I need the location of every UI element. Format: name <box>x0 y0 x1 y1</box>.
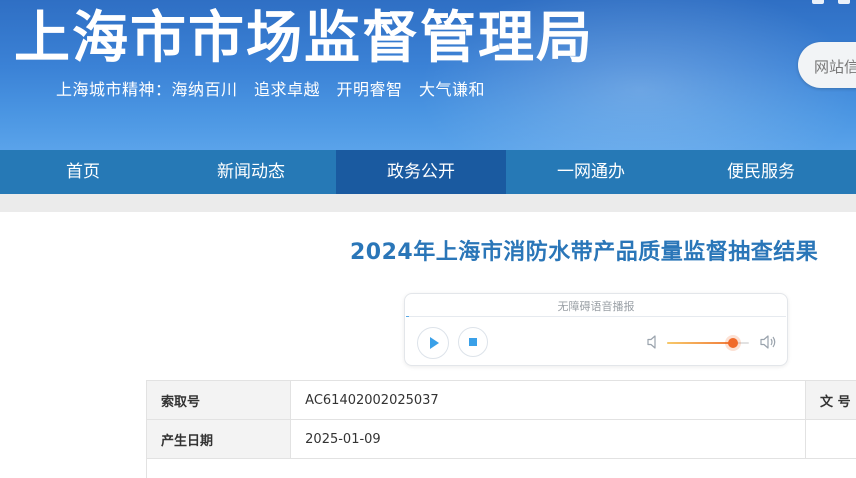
volume-high-icon[interactable] <box>760 334 778 350</box>
search-input[interactable]: 网站信 <box>798 42 856 88</box>
table-row-partial <box>146 458 856 478</box>
top-link-icon[interactable] <box>838 0 850 4</box>
city-motto: 上海城市精神：海纳百川 追求卓越 开明睿智 大气谦和 <box>56 76 485 100</box>
volume-low-icon[interactable] <box>647 334 661 350</box>
breadcrumb-band <box>0 194 856 212</box>
volume-level <box>667 342 733 344</box>
nav-item-government-affairs[interactable]: 政务公开 <box>336 150 506 194</box>
article-title: 2024年上海市消防水带产品质量监督抽查结果 <box>350 234 818 266</box>
nav-item-home[interactable]: 首页 <box>0 150 166 194</box>
nav-item-public-services[interactable]: 便民服务 <box>676 150 846 194</box>
site-title[interactable]: 上海市市场监督管理局 <box>14 4 594 74</box>
table-row: 产生日期 2025-01-09 <box>147 420 856 459</box>
audio-player: 无障碍语音播报 <box>404 293 788 366</box>
play-icon <box>418 328 448 358</box>
table-row: 索取号 AC61402002025037 文 号 <box>147 381 856 420</box>
meta-value-index-number: AC61402002025037 <box>291 381 806 420</box>
meta-label-document-number: 文 号 <box>806 381 856 420</box>
main-nav: 首页 新闻动态 政务公开 一网通办 便民服务 <box>0 150 856 194</box>
stop-icon <box>459 328 487 356</box>
player-progress-track[interactable] <box>406 316 786 317</box>
volume-knob[interactable] <box>728 338 738 348</box>
meta-label-date: 产生日期 <box>147 420 291 459</box>
meta-label-index-number: 索取号 <box>147 381 291 420</box>
play-button[interactable] <box>417 327 449 359</box>
document-meta-table: 索取号 AC61402002025037 文 号 产生日期 2025-01-09 <box>146 380 856 459</box>
search-placeholder: 网站信 <box>814 56 856 77</box>
meta-value-date: 2025-01-09 <box>291 420 806 459</box>
nav-item-online-services[interactable]: 一网通办 <box>506 150 676 194</box>
meta-cell-empty <box>806 420 856 459</box>
volume-slider[interactable] <box>667 342 749 344</box>
player-progress-fill <box>406 316 409 317</box>
player-label: 无障碍语音播报 <box>405 298 787 314</box>
nav-item-news[interactable]: 新闻动态 <box>166 150 336 194</box>
stop-button[interactable] <box>458 327 488 357</box>
top-link-icon[interactable] <box>812 0 824 4</box>
site-header: 上海市市场监督管理局 上海城市精神：海纳百川 追求卓越 开明睿智 大气谦和 网站… <box>0 0 856 150</box>
